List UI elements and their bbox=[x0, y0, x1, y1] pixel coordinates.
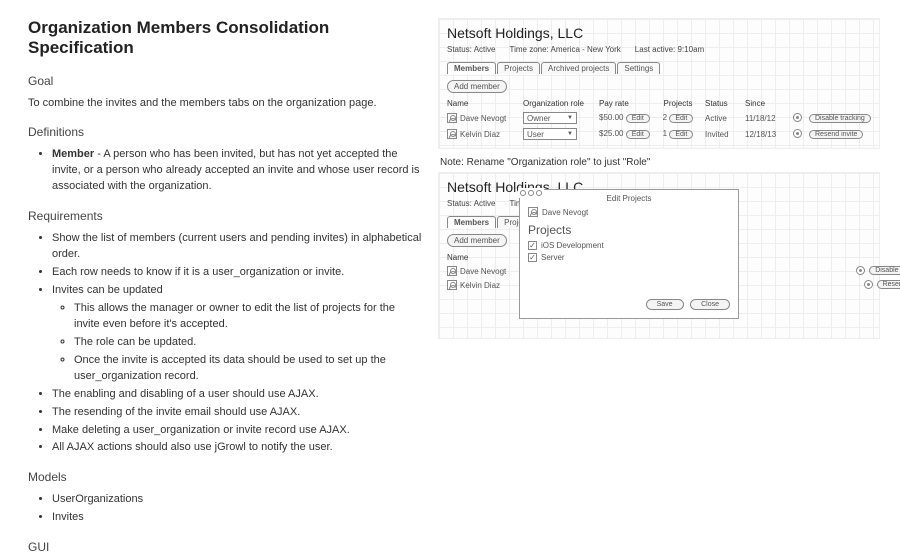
project-option: Server bbox=[541, 253, 565, 262]
modal-user-name: Dave Nevogt bbox=[542, 208, 588, 217]
req-item: All AJAX actions should also use jGrowl … bbox=[52, 440, 422, 456]
table-header: Name Organization role Pay rate Projects… bbox=[447, 99, 871, 108]
add-member-button[interactable]: Add member bbox=[447, 234, 507, 247]
wireframe-edit-projects: Netsoft Holdings, LLC Status: Active Tim… bbox=[438, 172, 880, 339]
page-title: Organization Members Consolidation Speci… bbox=[28, 18, 422, 58]
resend-invite-button[interactable]: Resend invite bbox=[877, 280, 900, 289]
remove-icon[interactable] bbox=[864, 280, 873, 289]
tab-projects[interactable]: Projects bbox=[497, 62, 540, 74]
org-name: Netsoft Holdings, LLC bbox=[447, 25, 871, 41]
resend-invite-button[interactable]: Resend invite bbox=[809, 130, 863, 139]
wireframes: Netsoft Holdings, LLC Status: Active Tim… bbox=[438, 18, 880, 550]
org-status-line: Status: Active Time zone: America - New … bbox=[447, 45, 871, 54]
checkbox-icon[interactable]: ✓ bbox=[528, 241, 537, 250]
remove-icon[interactable] bbox=[856, 266, 865, 275]
req-subitem: Once the invite is accepted its data sho… bbox=[74, 353, 422, 385]
tab-members[interactable]: Members bbox=[447, 62, 496, 74]
req-item: Make deleting a user_organization or inv… bbox=[52, 423, 422, 439]
disable-tracking-button[interactable]: Disable tracking bbox=[869, 266, 900, 275]
req-item: Invites can be updated This allows the m… bbox=[52, 283, 422, 385]
edit-pay-button[interactable]: Edit bbox=[626, 114, 650, 123]
wireframe-members-list: Netsoft Holdings, LLC Status: Active Tim… bbox=[438, 18, 880, 149]
add-member-button[interactable]: Add member bbox=[447, 80, 507, 93]
role-select[interactable]: Owner bbox=[523, 112, 577, 124]
definitions-heading: Definitions bbox=[28, 125, 422, 139]
window-controls-icon bbox=[518, 188, 544, 198]
req-item: Each row needs to know if it is a user_o… bbox=[52, 265, 422, 281]
avatar-icon bbox=[447, 280, 457, 290]
model-item: UserOrganizations bbox=[52, 492, 422, 508]
req-item: Show the list of members (current users … bbox=[52, 231, 422, 263]
goal-heading: Goal bbox=[28, 74, 422, 88]
modal-title: Edit Projects bbox=[528, 194, 730, 203]
edit-projects-button[interactable]: Edit bbox=[669, 130, 693, 139]
avatar-icon bbox=[528, 207, 538, 217]
role-select[interactable]: User bbox=[523, 128, 577, 140]
project-option: iOS Development bbox=[541, 241, 604, 250]
remove-icon[interactable] bbox=[793, 113, 802, 122]
req-item: The resending of the invite email should… bbox=[52, 405, 422, 421]
model-item: Invites bbox=[52, 510, 422, 526]
goal-text: To combine the invites and the members t… bbox=[28, 96, 422, 111]
models-heading: Models bbox=[28, 470, 422, 484]
tab-archived[interactable]: Archived projects bbox=[541, 62, 616, 74]
save-button[interactable]: Save bbox=[646, 299, 684, 310]
req-item: The enabling and disabling of a user sho… bbox=[52, 387, 422, 403]
gui-heading: GUI bbox=[28, 540, 422, 554]
req-subitem: The role can be updated. bbox=[74, 335, 422, 351]
avatar-icon bbox=[447, 266, 457, 276]
spec-text: Organization Members Consolidation Speci… bbox=[28, 18, 438, 550]
remove-icon[interactable] bbox=[793, 129, 802, 138]
close-button[interactable]: Close bbox=[690, 299, 730, 310]
org-tabs: Members Projects Archived projects Setti… bbox=[447, 62, 871, 74]
table-row: Dave Nevogt Owner $50.00 Edit 2 Edit Act… bbox=[447, 112, 871, 124]
checkbox-icon[interactable]: ✓ bbox=[528, 253, 537, 262]
avatar-icon bbox=[447, 129, 457, 139]
rename-note: Note: Rename "Organization role" to just… bbox=[440, 157, 880, 168]
req-subitem: This allows the manager or owner to edit… bbox=[74, 301, 422, 333]
tab-settings[interactable]: Settings bbox=[617, 62, 660, 74]
modal-projects-heading: Projects bbox=[528, 223, 730, 237]
table-row: Kelvin Diaz User $25.00 Edit 1 Edit Invi… bbox=[447, 128, 871, 140]
requirements-heading: Requirements bbox=[28, 209, 422, 223]
avatar-icon bbox=[447, 113, 457, 123]
tab-members[interactable]: Members bbox=[447, 216, 496, 228]
edit-projects-button[interactable]: Edit bbox=[669, 114, 693, 123]
definition-member: Member - A person who has been invited, … bbox=[52, 147, 422, 195]
edit-pay-button[interactable]: Edit bbox=[626, 130, 650, 139]
disable-tracking-button[interactable]: Disable tracking bbox=[809, 114, 871, 123]
edit-projects-modal: Edit Projects Dave Nevogt Projects ✓ iOS… bbox=[519, 189, 739, 319]
